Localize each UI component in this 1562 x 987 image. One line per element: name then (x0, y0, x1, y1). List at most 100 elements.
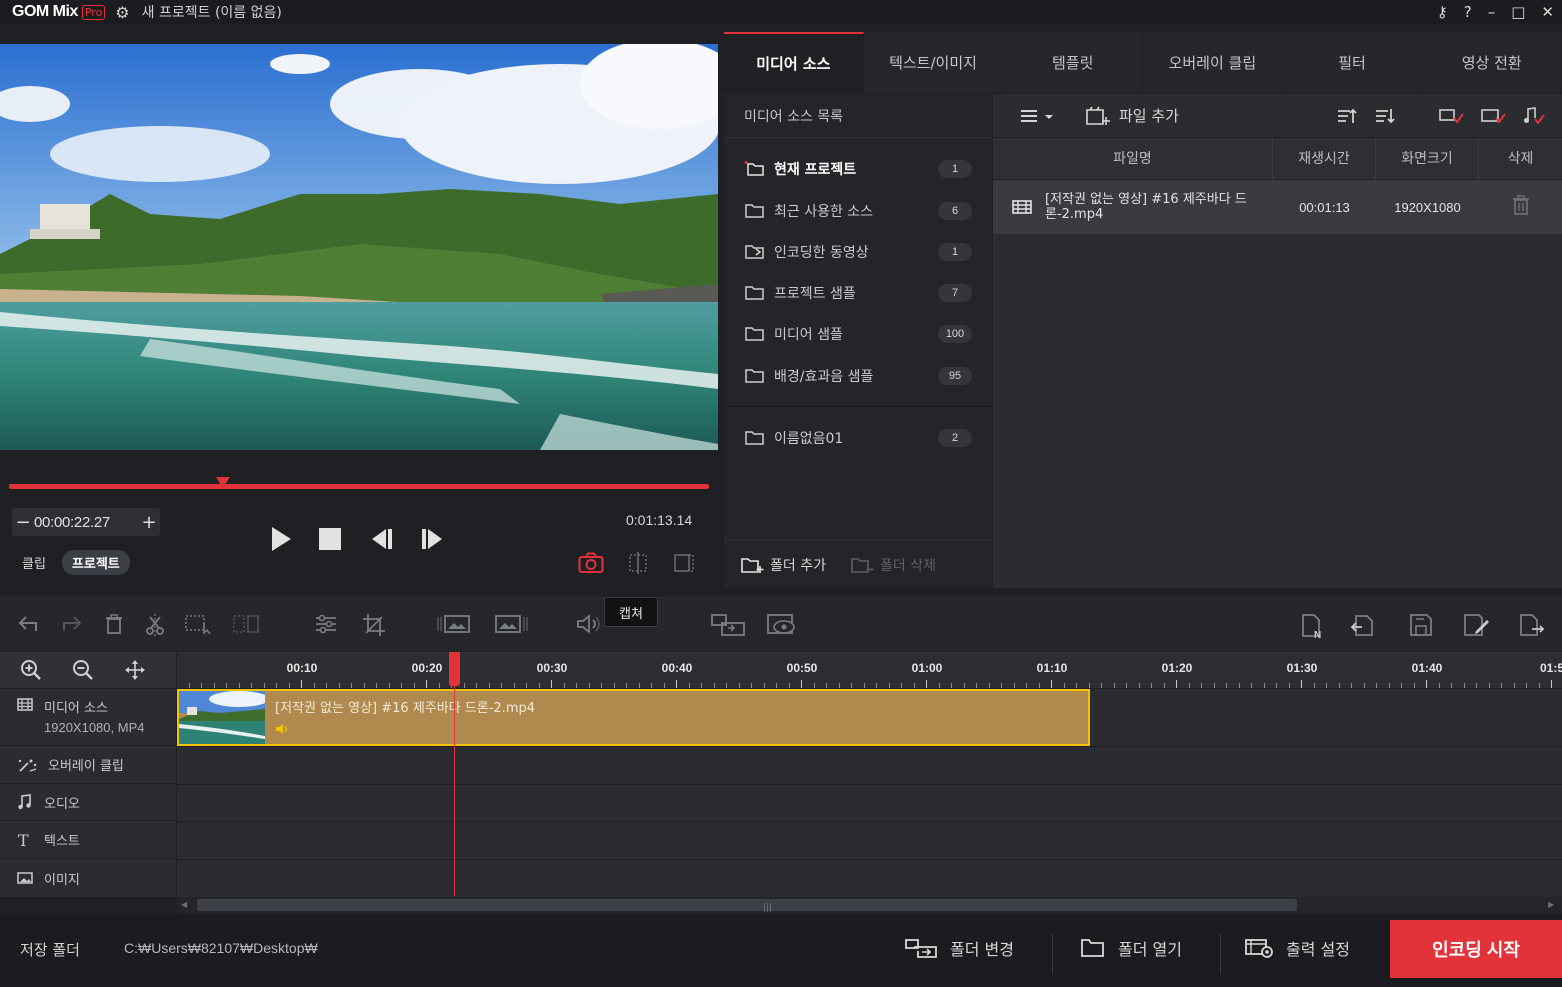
tab-filter[interactable]: 필터 (1283, 32, 1423, 93)
volume-icon[interactable] (576, 613, 604, 635)
ruler-tick (826, 683, 827, 688)
new-project-icon[interactable]: N (1300, 613, 1326, 639)
insert-image-before-icon[interactable] (436, 613, 472, 635)
save-path: C:₩Users₩82107₩Desktop₩ (124, 940, 318, 956)
column-filename[interactable]: 파일명 (993, 137, 1273, 180)
help-button[interactable]: ? (1464, 3, 1472, 21)
adjust-sliders-icon[interactable] (314, 613, 338, 635)
tab-transition[interactable]: 영상 전환 (1422, 32, 1562, 93)
next-frame-icon[interactable] (420, 527, 446, 551)
preview-clip-icon[interactable] (766, 613, 798, 637)
current-time-input[interactable]: 00:00:22.27 (34, 514, 138, 531)
source-item-current-project[interactable]: 현재 프로젝트 1 (724, 154, 992, 184)
select-video-icon[interactable] (1438, 106, 1464, 126)
ruler-tick (388, 683, 390, 688)
title-bar: GOM Mix Pro ⚙ 새 프로젝트 (이름 없음) ⚷ ? – □ ✕ (0, 0, 1562, 24)
seek-handle[interactable] (216, 477, 230, 488)
tab-text-image[interactable]: 텍스트/이미지 (864, 32, 1004, 93)
split-screen-icon[interactable] (626, 551, 650, 575)
video-preview[interactable] (0, 44, 718, 450)
replace-clip-icon[interactable] (710, 613, 746, 637)
ruler-tick (351, 683, 352, 688)
source-item-media-samples[interactable]: 미디어 샘플 100 (724, 319, 992, 349)
source-item-recent[interactable]: 최근 사용한 소스 6 (724, 196, 992, 226)
sort-ascending-icon[interactable] (1336, 106, 1358, 126)
add-file-button[interactable]: 파일 추가 (1085, 105, 1179, 126)
timeline-clip[interactable]: [저작권 없는 영상] #16 제주바다 드론-2.mp4 (177, 689, 1090, 746)
clip-audio-icon[interactable] (275, 723, 289, 735)
ruler-tick (376, 683, 377, 688)
source-item-unnamed01[interactable]: 이름없음01 2 (724, 423, 992, 453)
cut-scissors-icon[interactable] (144, 613, 166, 637)
mode-tab-project[interactable]: 프로젝트 (61, 550, 130, 575)
tab-overlay-clip[interactable]: 오버레이 클립 (1143, 32, 1283, 93)
split-clip-icon[interactable] (232, 613, 262, 635)
select-range-icon[interactable] (184, 613, 214, 635)
track-label-overlay: 오버레이 클립 (0, 746, 176, 784)
column-duration[interactable]: 재생시간 (1273, 137, 1376, 180)
maximize-button[interactable]: □ (1511, 3, 1525, 21)
delete-clip-icon[interactable] (104, 613, 124, 635)
stop-icon[interactable] (318, 527, 342, 551)
license-key-icon[interactable]: ⚷ (1437, 3, 1448, 21)
playhead-handle[interactable] (449, 652, 460, 686)
sort-descending-icon[interactable] (1374, 106, 1396, 126)
save-project-icon[interactable] (1408, 613, 1434, 639)
scroll-left-arrow[interactable]: ◀ (181, 900, 191, 910)
ruler-tick (688, 683, 690, 688)
previous-frame-icon[interactable] (368, 527, 394, 551)
trash-icon[interactable] (1512, 195, 1530, 215)
film-icon (17, 698, 33, 711)
close-button[interactable]: ✕ (1541, 3, 1554, 21)
open-folder-button[interactable]: 폴더 열기 (1080, 936, 1182, 960)
export-project-icon[interactable] (1518, 613, 1546, 639)
ruler-tick (1063, 683, 1065, 688)
crop-frame-icon[interactable] (672, 551, 696, 575)
mode-tab-clip[interactable]: 클립 (22, 553, 46, 572)
minimize-button[interactable]: – (1488, 3, 1496, 21)
delete-folder-button[interactable]: 폴더 삭제 (850, 555, 936, 575)
source-item-encoded[interactable]: 인코딩한 동영상 1 (724, 237, 992, 267)
timeline-scrollbar[interactable]: ◀ ||| ▶ (177, 897, 1562, 913)
ruler-tick (1476, 683, 1477, 688)
ruler-tick (188, 683, 190, 688)
ruler-tick (1438, 683, 1440, 688)
tab-media-source[interactable]: 미디어 소스 (724, 32, 864, 93)
time-stepper[interactable]: − 00:00:22.27 + (12, 508, 160, 536)
item-count-badge: 95 (938, 367, 972, 385)
source-item-project-samples[interactable]: 프로젝트 샘플 7 (724, 278, 992, 308)
seek-bar[interactable] (9, 484, 709, 489)
zoom-out-icon[interactable] (72, 659, 94, 681)
file-panel: 파일 추가 파일명 재생시간 화면크기 삭제 [저작권 없는 영상] #16 제… (993, 94, 1562, 588)
ruler-tick (576, 683, 577, 688)
view-menu-icon[interactable] (1019, 107, 1055, 125)
column-resolution[interactable]: 화면크기 (1376, 137, 1479, 180)
capture-camera-icon[interactable] (578, 552, 604, 574)
timeline-ruler[interactable]: 00:10 00:20 00:30 00:40 00:50 01:00 01:10 01:20… (177, 652, 1562, 688)
crop-icon[interactable] (362, 613, 386, 637)
scrollbar-thumb[interactable]: ||| (197, 899, 1297, 913)
time-increase-button[interactable]: + (138, 512, 160, 533)
track-label-image: 이미지 (0, 859, 176, 897)
change-folder-button[interactable]: 폴더 변경 (904, 936, 1014, 960)
tab-template[interactable]: 템플릿 (1003, 32, 1144, 93)
table-row[interactable]: [저작권 없는 영상] #16 제주바다 드 론-2.mp4 00:01:13 … (993, 180, 1562, 234)
select-audio-icon[interactable] (1522, 106, 1546, 126)
play-icon[interactable] (270, 526, 292, 552)
open-project-icon[interactable] (1350, 613, 1376, 639)
add-folder-button[interactable]: 폴더 추가 (740, 555, 826, 575)
output-settings-button[interactable]: 출력 설정 (1244, 936, 1350, 960)
settings-gear-icon[interactable]: ⚙ (115, 3, 129, 22)
fit-timeline-icon[interactable] (124, 659, 146, 681)
timeline-tracks[interactable]: [저작권 없는 영상] #16 제주바다 드론-2.mp4 (177, 689, 1562, 897)
insert-image-after-icon[interactable] (494, 613, 530, 635)
zoom-in-icon[interactable] (20, 659, 42, 681)
undo-icon[interactable] (18, 613, 40, 635)
redo-icon[interactable] (60, 613, 82, 635)
time-decrease-button[interactable]: − (12, 512, 34, 533)
save-as-icon[interactable] (1462, 613, 1490, 639)
select-image-icon[interactable] (1480, 106, 1506, 126)
source-item-bgm-samples[interactable]: 배경/효과음 샘플 95 (724, 361, 992, 391)
scroll-right-arrow[interactable]: ▶ (1548, 900, 1558, 910)
start-encoding-button[interactable]: 인코딩 시작 (1390, 920, 1562, 978)
